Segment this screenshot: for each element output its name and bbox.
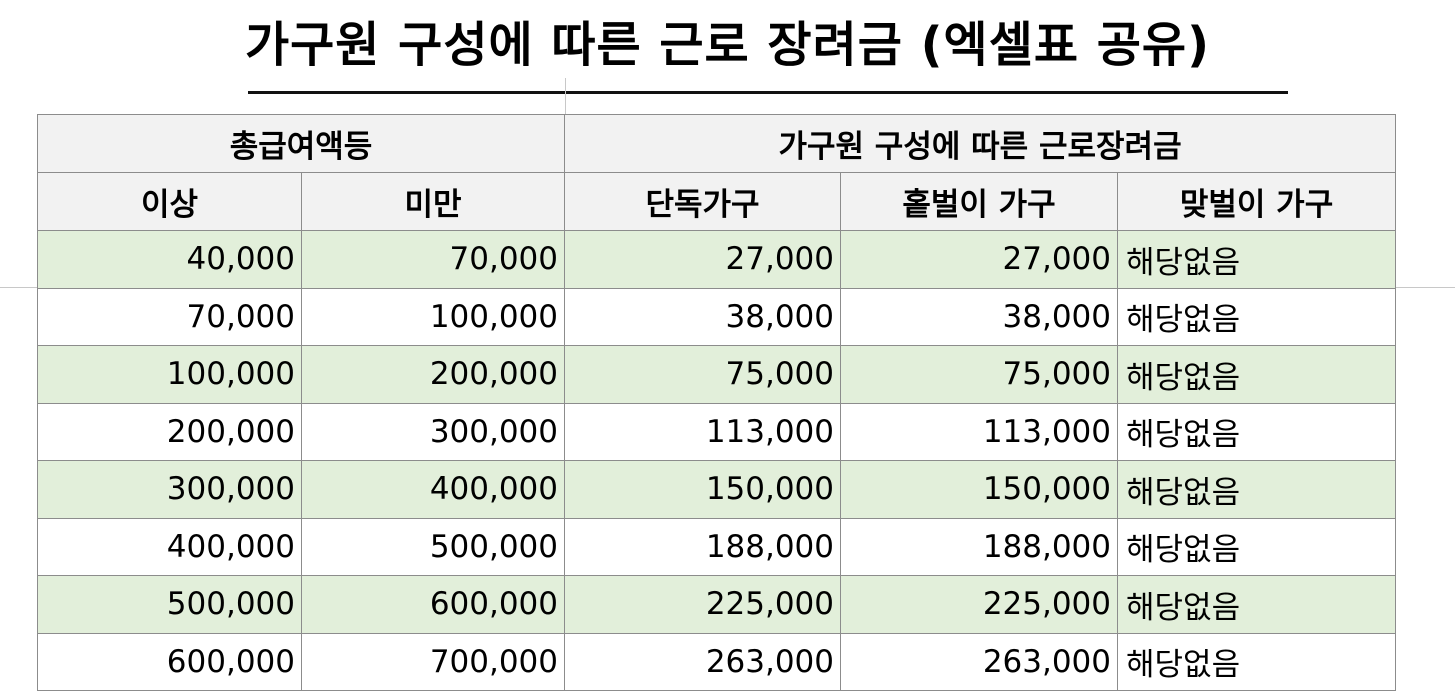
table-row: 70,000 100,000 38,000 38,000 해당없음	[37, 287, 1397, 346]
page: 가구원 구성에 따른 근로 장려금 (엑셀표 공유) 총급여액등 가구원 구성에…	[0, 0, 1455, 694]
cell-max: 100,000	[300, 287, 566, 346]
cell-dual-earner: 해당없음	[1117, 287, 1397, 346]
table-row: 500,000 600,000 225,000 225,000 해당없음	[37, 575, 1397, 634]
cell-single-earner: 75,000	[840, 345, 1119, 404]
cell-single: 150,000	[564, 460, 842, 519]
page-title: 가구원 구성에 따른 근로 장려금 (엑셀표 공유)	[244, 17, 1211, 73]
sheet-guide-line	[0, 287, 38, 288]
table-row: 100,000 200,000 75,000 75,000 해당없음	[37, 345, 1397, 404]
table-row: 400,000 500,000 188,000 188,000 해당없음	[37, 517, 1397, 576]
table-row: 600,000 700,000 263,000 263,000 해당없음	[37, 632, 1397, 691]
cell-max: 70,000	[300, 230, 566, 289]
cell-dual-earner: 해당없음	[1117, 230, 1397, 289]
cell-single-earner: 150,000	[840, 460, 1119, 519]
cell-single-earner: 188,000	[840, 517, 1119, 576]
cell-min: 70,000	[37, 287, 302, 346]
cell-max: 500,000	[300, 517, 566, 576]
cell-dual-earner: 해당없음	[1117, 460, 1397, 519]
cell-single: 113,000	[564, 402, 842, 461]
cell-min: 300,000	[37, 460, 302, 519]
incentive-table: 총급여액등 가구원 구성에 따른 근로장려금 이상 미만 단독가구 홑벌이 가구…	[36, 114, 1397, 691]
cell-single-earner: 113,000	[840, 402, 1119, 461]
cell-single: 263,000	[564, 632, 842, 691]
cell-max: 400,000	[300, 460, 566, 519]
cell-min: 600,000	[37, 632, 302, 691]
cell-max: 600,000	[300, 575, 566, 634]
table-row: 200,000 300,000 113,000 113,000 해당없음	[37, 402, 1397, 461]
cell-min: 200,000	[37, 402, 302, 461]
header-income-group: 총급여액등	[36, 114, 566, 173]
header-incentive-group: 가구원 구성에 따른 근로장려금	[564, 114, 1397, 173]
cell-dual-earner: 해당없음	[1117, 517, 1397, 576]
cell-dual-earner: 해당없음	[1117, 402, 1397, 461]
cell-single-earner: 225,000	[840, 575, 1119, 634]
title-underline	[248, 91, 1288, 94]
cell-single: 38,000	[564, 287, 842, 346]
column-header: 맞벌이 가구	[1117, 172, 1397, 231]
sheet-guide-line	[565, 78, 566, 114]
column-header: 이상	[37, 172, 302, 231]
cell-single-earner: 27,000	[840, 230, 1119, 289]
table-row: 300,000 400,000 150,000 150,000 해당없음	[37, 460, 1397, 519]
cell-dual-earner: 해당없음	[1117, 575, 1397, 634]
table-row: 40,000 70,000 27,000 27,000 해당없음	[37, 230, 1397, 289]
cell-single-earner: 263,000	[840, 632, 1119, 691]
cell-max: 700,000	[300, 632, 566, 691]
column-header: 단독가구	[564, 172, 842, 231]
cell-max: 300,000	[300, 402, 566, 461]
cell-min: 40,000	[37, 230, 302, 289]
cell-min: 500,000	[37, 575, 302, 634]
cell-single: 225,000	[564, 575, 842, 634]
cell-single: 188,000	[564, 517, 842, 576]
cell-max: 200,000	[300, 345, 566, 404]
cell-single-earner: 38,000	[840, 287, 1119, 346]
cell-dual-earner: 해당없음	[1117, 345, 1397, 404]
column-header: 미만	[300, 172, 566, 231]
cell-min: 400,000	[37, 517, 302, 576]
cell-min: 100,000	[37, 345, 302, 404]
column-header: 홑벌이 가구	[840, 172, 1119, 231]
sheet-guide-line	[1394, 287, 1455, 288]
cell-dual-earner: 해당없음	[1117, 632, 1397, 691]
cell-single: 75,000	[564, 345, 842, 404]
cell-single: 27,000	[564, 230, 842, 289]
